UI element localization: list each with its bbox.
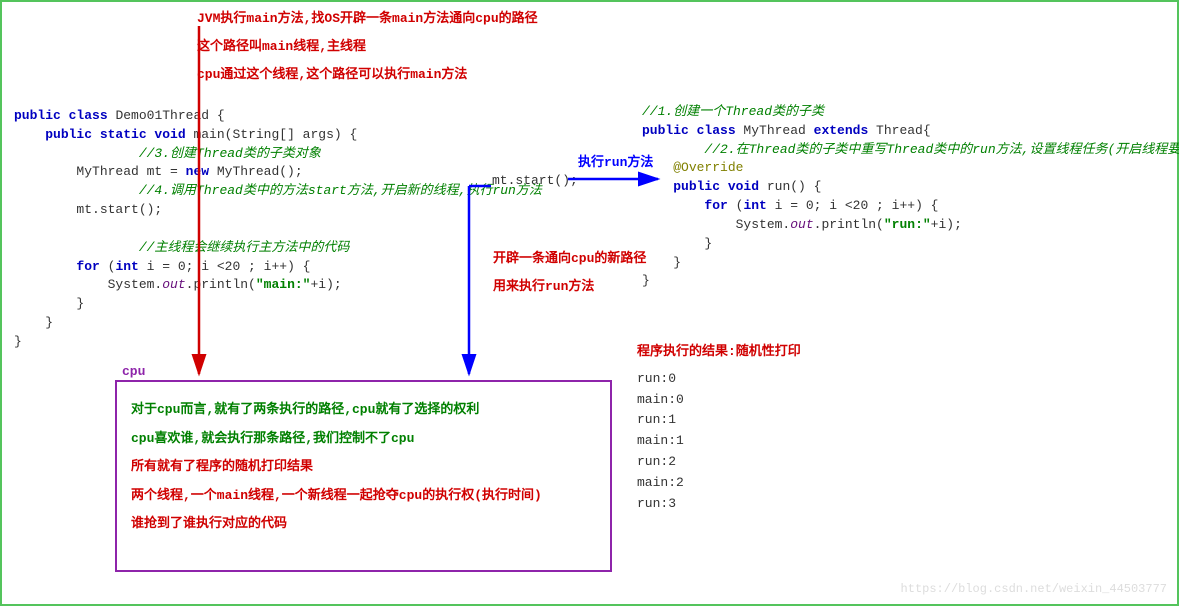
annotation-jvm: JVM执行main方法,找OS开辟一条main方法通向cpu的路径 [197,10,538,29]
annotation-main-thread: 这个路径叫main线程,主线程 [197,38,366,57]
result-title: 程序执行的结果:随机性打印 [637,342,801,363]
comment-1: //1.创建一个Thread类的子类 [642,104,824,119]
code-demo01thread: public class Demo01Thread { public stati… [14,88,542,352]
watermark: https://blog.csdn.net/weixin_44503777 [901,581,1167,598]
cpu-line1: 对于cpu而言,就有了两条执行的路径,cpu就有了选择的权利 [131,396,596,425]
result-row: run:0 [637,369,801,390]
annotation-open2: 用来执行run方法 [493,278,594,297]
annotation-cpu-exec: cpu通过这个线程,这个路径可以执行main方法 [197,66,467,85]
result-row: main:0 [637,390,801,411]
cpu-line4: 两个线程,一个main线程,一个新线程一起抢夺cpu的执行权(执行时间) [131,482,596,511]
cpu-line5: 谁抢到了谁执行对应的代码 [131,510,596,539]
cpu-line2: cpu喜欢谁,就会执行那条路径,我们控制不了cpu [131,425,596,454]
result-row: main:2 [637,473,801,494]
cpu-line3: 所有就有了程序的随机打印结果 [131,453,596,482]
code-mythread: //1.创建一个Thread类的子类 public class MyThread… [642,84,1179,291]
annotation-open1: 开辟一条通向cpu的新路径 [493,250,646,269]
result-row: main:1 [637,431,801,452]
comment-main-continue: //主线程会继续执行主方法中的代码 [76,240,349,255]
comment-3: //3.创建Thread类的子类对象 [76,146,320,161]
comment-2: //2.在Thread类的子类中重写Thread类中的run方法,设置线程任务(… [673,142,1179,157]
result-row: run:2 [637,452,801,473]
result-row: run:1 [637,410,801,431]
cpu-box: 对于cpu而言,就有了两条执行的路径,cpu就有了选择的权利 cpu喜欢谁,就会… [115,380,612,572]
snippet-mtstart: mt.start(); [492,172,578,191]
comment-4: //4.调用Thread类中的方法start方法,开启新的线程,执行run方法 [76,183,541,198]
result-block: 程序执行的结果:随机性打印 run:0 main:0 run:1 main:1 … [637,342,801,514]
result-row: run:3 [637,494,801,515]
